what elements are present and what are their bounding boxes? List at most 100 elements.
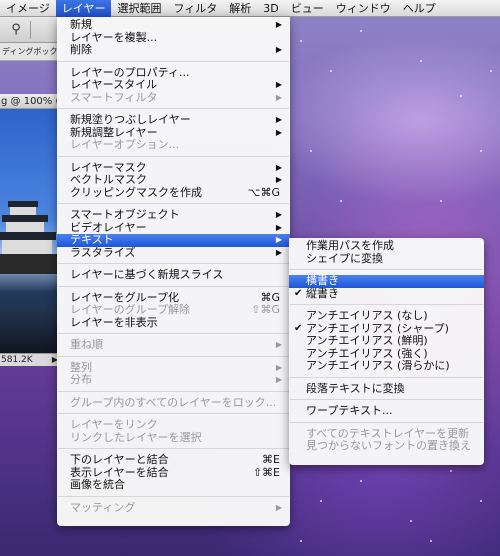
star-dot <box>460 95 462 97</box>
layer-menu-item-label: レイヤーを非表示 <box>70 315 158 329</box>
star-dot <box>450 470 452 472</box>
star-dot <box>410 520 412 522</box>
layer-menu-item-label: 画像を統合 <box>70 478 125 491</box>
text-submenu-item-label: アンチエイリアス (鮮明) <box>306 334 428 347</box>
text-submenu-item-14[interactable]: ワープテキスト... <box>289 404 484 418</box>
layer-menu-item-6: スマートフィルタ ▶ <box>57 90 290 105</box>
text-submenu-item-label: 横書き <box>306 274 339 287</box>
eyedropper-icon[interactable]: ⚲ <box>8 22 24 38</box>
layer-menu-item-label: 新規 <box>70 18 92 31</box>
layer-menu-item-label: 重ね順 <box>70 338 103 351</box>
submenu-arrow-icon: ▶ <box>275 45 282 54</box>
text-submenu-item-label: すべてのテキストレイヤーを更新 <box>306 426 470 440</box>
options-bar: ディングボック... <box>0 43 60 61</box>
star-dot <box>300 540 302 542</box>
layer-menu-item-label: レイヤーオプション... <box>70 138 180 151</box>
layer-menu-item-25[interactable]: レイヤーを非表示 <box>57 315 290 330</box>
submenu-arrow-icon: ▶ <box>275 162 282 172</box>
menubar-item-3[interactable]: フィルタ <box>167 0 223 17</box>
layer-menu-item-21[interactable]: レイヤーに基づく新規スライス <box>57 268 290 282</box>
menubar-item-0[interactable]: イメージ <box>0 0 56 17</box>
document-window: g @ 100% ( 581.2K ▶ <box>0 94 60 366</box>
star-dot <box>320 500 322 502</box>
layer-menu-item-label: ビデオレイヤー <box>70 220 147 234</box>
layer-menu-item-label: ラスタライズ <box>70 245 136 259</box>
layer-menu-item-label: レイヤースタイル <box>70 78 158 91</box>
submenu-arrow-icon: ▶ <box>275 210 282 219</box>
menubar-item-1[interactable]: レイヤー <box>55 0 112 17</box>
menubar-item-6[interactable]: ビュー <box>285 0 330 17</box>
layer-menu: 新規 ▶ レイヤーを複製... 削除 ▶ レイヤーのプロパティ... レイヤースタイル ▶ スマ… <box>57 17 290 526</box>
text-submenu-item-label: アンチエイリアス (強く) <box>306 346 428 360</box>
layer-menu-item-label: レイヤーに基づく新規スライス <box>70 268 224 281</box>
menubar-item-2[interactable]: 選択範囲 <box>111 0 167 17</box>
layer-menu-item-2[interactable]: 削除 ▶ <box>57 43 290 57</box>
layer-menu-item-label: 新規調整レイヤー <box>70 125 158 139</box>
submenu-arrow-icon: ▶ <box>275 340 282 349</box>
layer-menu-item-label: スマートフィルタ <box>70 90 158 104</box>
text-submenu-item-1[interactable]: シェイプに変換 <box>289 252 484 266</box>
text-submenu-item-label: アンチエイリアス (なし) <box>306 309 428 322</box>
layer-menu-item-label: レイヤーをリンク <box>70 418 158 431</box>
layer-menu-item-14[interactable]: クリッピングマスクを作成 ⌥⌘G <box>57 185 290 200</box>
checkmark-icon: ✔ <box>294 287 303 299</box>
layer-menu-item-label: レイヤーを複製... <box>70 30 158 44</box>
keyboard-shortcut: ⌥⌘G <box>247 185 280 199</box>
menubar-item-8[interactable]: ヘルプ <box>397 0 442 17</box>
submenu-arrow-icon: ▶ <box>275 175 282 184</box>
text-submenu-item-label: 段落テキストに変換 <box>306 381 405 395</box>
text-submenu-item-4[interactable]: ✔ 縦書き <box>289 286 484 301</box>
layer-menu-item-32: グループ内のすべてのレイヤーをロック... <box>57 396 290 410</box>
star-dot <box>490 70 492 72</box>
text-submenu-item-12[interactable]: 段落テキストに変換 <box>289 381 484 396</box>
layer-menu-item-30: 分布 ▶ <box>57 373 290 387</box>
toolbar-divider <box>30 21 31 39</box>
file-size-readout: 581.2K <box>1 355 33 365</box>
layer-menu-item-label: マッティング <box>70 500 136 514</box>
layer-menu-item-label: 整列 <box>70 360 92 374</box>
star-dot <box>310 150 312 152</box>
star-dot <box>300 40 302 42</box>
text-submenu-item-label: 縦書き <box>306 286 339 300</box>
layer-menu-item-10: レイヤーオプション... <box>57 138 290 152</box>
menubar-item-4[interactable]: 解析 <box>223 0 257 17</box>
castle-wall-low <box>2 240 52 254</box>
star-dot <box>430 540 432 542</box>
options-bar-text[interactable]: ディングボック... <box>2 47 60 56</box>
menubar-item-5[interactable]: 3D <box>257 0 284 17</box>
keyboard-shortcut: ⇧⌘E <box>252 465 280 479</box>
star-dot <box>360 480 362 482</box>
castle-wall-top <box>10 207 36 215</box>
star-dot <box>360 30 362 32</box>
layer-menu-item-41: マッティング ▶ <box>57 500 290 515</box>
castle-photo <box>0 109 60 353</box>
submenu-arrow-icon: ▶ <box>275 80 282 89</box>
layer-menu-item-label: スマートオブジェクト <box>70 208 180 221</box>
castle-roof-low <box>0 232 56 240</box>
star-dot <box>330 70 332 72</box>
text-submenu-item-10[interactable]: アンチエイリアス (滑らかに) <box>289 359 484 373</box>
document-title[interactable]: g @ 100% ( <box>0 94 60 109</box>
text-submenu-item-label: アンチエイリアス (滑らかに) <box>306 359 450 372</box>
layer-menu-item-19[interactable]: ラスタライズ ▶ <box>57 245 290 260</box>
layer-menu-item-39[interactable]: 画像を統合 <box>57 478 290 492</box>
submenu-arrow-icon: ▶ <box>275 222 282 232</box>
submenu-arrow-icon: ▶ <box>275 247 282 257</box>
layer-menu-item-label: レイヤーマスク <box>70 160 147 174</box>
text-submenu-item-17: 見つからないフォントの置き換え <box>289 439 484 453</box>
castle-base <box>0 254 60 274</box>
text-submenu: 作業用パスを作成 シェイプに変換 横書き ✔ 縦書き アンチエイリアス (なし) ✔ アンチエ… <box>289 238 484 465</box>
layer-menu-item-label: 表示レイヤーを結合 <box>70 465 169 479</box>
layer-menu-item-label: リンクしたレイヤーを選択 <box>70 430 202 444</box>
layer-menu-item-label: クリッピングマスクを作成 <box>70 185 202 199</box>
layer-menu-item-label: 削除 <box>70 43 92 56</box>
moat-water <box>0 309 60 353</box>
layer-menu-item-label: ベクトルマスク <box>70 173 147 186</box>
star-dot <box>340 200 342 202</box>
layer-menu-item-label: レイヤーのグループ解除 <box>70 303 191 316</box>
text-submenu-item-label: ワープテキスト... <box>306 404 393 417</box>
menubar-item-7[interactable]: ウィンドウ <box>330 0 397 17</box>
text-submenu-item-label: 見つからないフォントの置き換え <box>306 439 471 452</box>
submenu-arrow-icon: ▶ <box>275 502 282 512</box>
text-submenu-item-label: アンチエイリアス (シャープ) <box>306 321 449 335</box>
